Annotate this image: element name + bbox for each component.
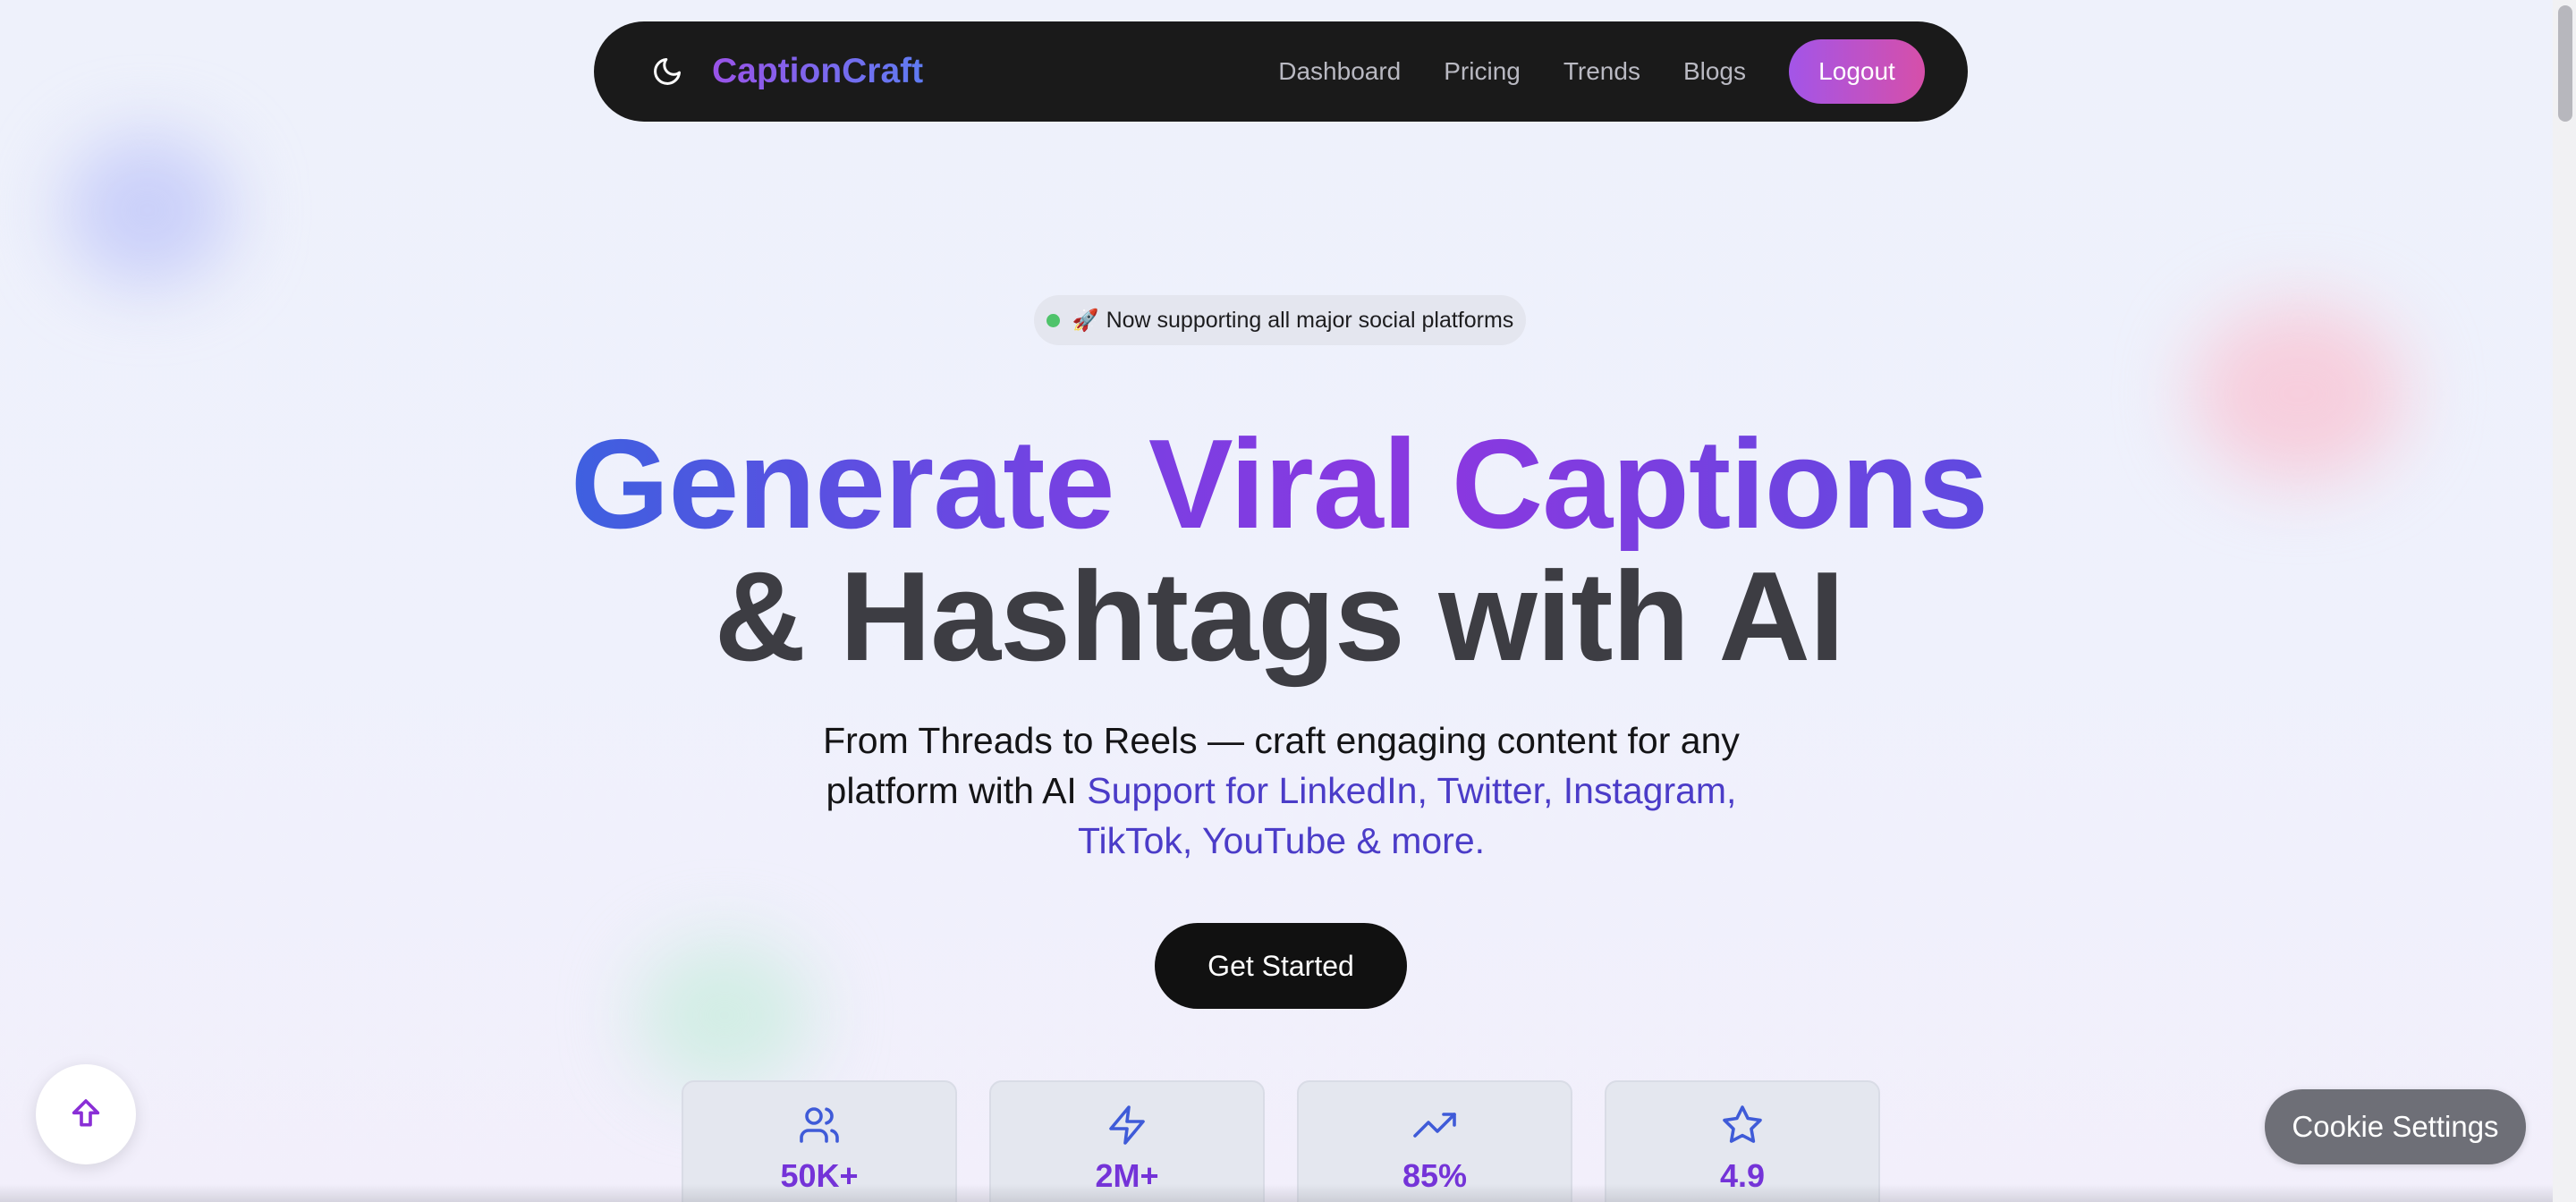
announcement-badge: 🚀 Now supporting all major social platfo…	[1034, 295, 1526, 345]
status-dot	[1046, 313, 1060, 327]
nav-link-blogs[interactable]: Blogs	[1683, 57, 1746, 86]
cookie-settings-button[interactable]: Cookie Settings	[2265, 1089, 2526, 1164]
top-navbar: CaptionCraft Dashboard Pricing Trends Bl…	[594, 21, 1968, 122]
rocket-emoji: 🚀	[1072, 308, 1099, 333]
get-started-button[interactable]: Get Started	[1155, 923, 1407, 1009]
logout-button[interactable]: Logout	[1789, 39, 1925, 104]
nav-links: Dashboard Pricing Trends Blogs	[1278, 57, 1746, 86]
headline-dark-line: & Hashtags with AI	[714, 546, 1845, 688]
star-icon	[1723, 1105, 1762, 1143]
users-icon	[800, 1107, 839, 1143]
brand-logo[interactable]: CaptionCraft	[712, 52, 923, 91]
background-blob-blue	[63, 134, 233, 286]
hero-headline: Generate Viral Captions & Hashtags with …	[0, 419, 2558, 683]
hero-subtitle: From Threads to Reels — craft engaging c…	[814, 715, 1749, 866]
headline-gradient-line: Generate Viral Captions	[570, 413, 1988, 555]
bottom-fade	[0, 1184, 2576, 1202]
nav-link-trends[interactable]: Trends	[1563, 57, 1640, 86]
scroll-to-top-button[interactable]	[36, 1064, 136, 1164]
arrow-up-icon	[72, 1099, 100, 1127]
moon-icon[interactable]	[648, 52, 687, 91]
background-blob-green	[635, 939, 814, 1091]
scrollbar-thumb[interactable]	[2558, 5, 2572, 122]
subtitle-accent: Support for LinkedIn, Twitter, Instagram…	[1077, 770, 1737, 861]
trending-up-icon	[1413, 1113, 1456, 1138]
announcement-text: Now supporting all major social platform…	[1106, 307, 1514, 333]
nav-link-pricing[interactable]: Pricing	[1444, 57, 1521, 86]
page-scrollbar[interactable]	[2553, 0, 2576, 1202]
nav-link-dashboard[interactable]: Dashboard	[1278, 57, 1401, 86]
lightning-icon	[1109, 1105, 1145, 1145]
